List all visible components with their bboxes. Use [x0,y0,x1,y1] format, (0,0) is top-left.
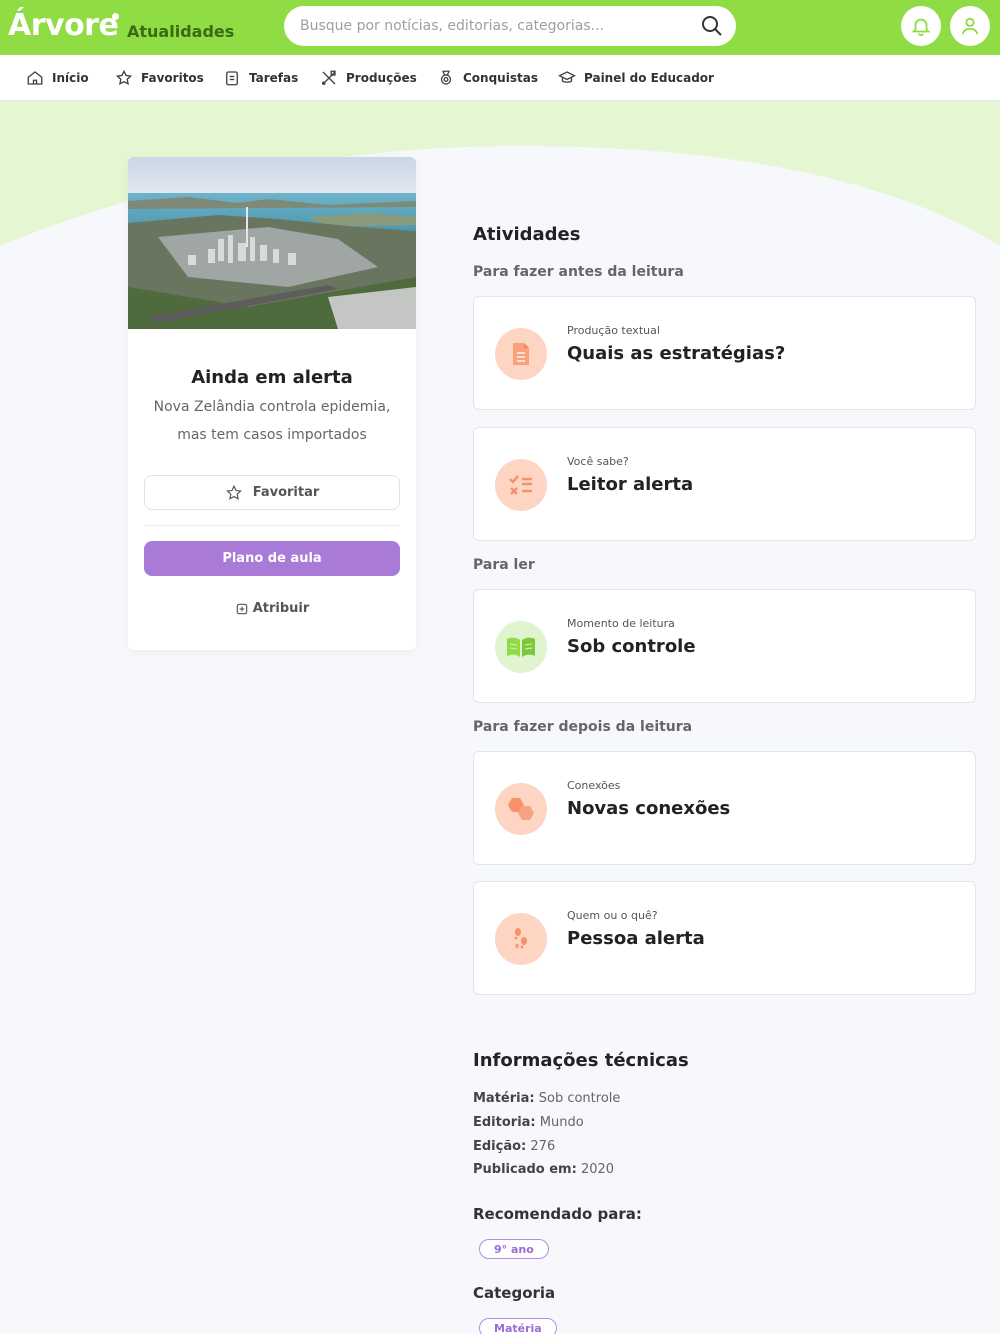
section-name: Atualidades [127,22,235,41]
card-divider [144,525,400,526]
activity-kind: Momento de leitura [567,617,675,630]
activity-card[interactable]: Você sabe? Leitor alerta [473,427,976,541]
activity-icon-badge [495,621,547,673]
info-edicao: Edição: 276 [473,1139,556,1154]
activity-icon-badge [495,913,547,965]
article-photo[interactable] [128,157,416,329]
activity-kind: Quem ou o quê? [567,909,658,922]
nav-item-tarefas[interactable]: Tarefas [223,55,298,101]
article-subtitle: Nova Zelândia controla epidemia, mas tem… [153,399,391,443]
logo-dot [112,13,119,20]
tech-info-title: Informações técnicas [473,1050,689,1071]
activity-card[interactable]: Conexões Novas conexões [473,751,976,865]
search-icon[interactable] [700,14,724,38]
activity-title: Sob controle [567,636,696,657]
article-card: Ainda em alerta Nova Zelândia controla e… [128,157,416,650]
nav-item-inicio[interactable]: Início [26,55,89,101]
activity-card[interactable]: Produção textual Quais as estratégias? [473,296,976,410]
user-icon [961,17,979,35]
medal-icon [440,70,452,85]
recommended-label: Recomendado para: [473,1205,642,1223]
article-title: Ainda em alerta [191,367,353,388]
nav-item-label: Favoritos [141,71,204,85]
app-logo[interactable]: Árvore [8,8,119,43]
grade-tag[interactable]: 9° ano [479,1239,549,1259]
star-icon [225,484,242,500]
activity-icon-badge [495,459,547,511]
category-tag[interactable]: Matéria [479,1318,557,1334]
star-icon [115,69,133,86]
nav-item-conquistas[interactable]: Conquistas [437,55,538,101]
nav-item-label: Início [52,71,89,85]
nav-item-painel-educador[interactable]: Painel do Educador [558,55,714,101]
notifications-button[interactable] [901,6,941,46]
activities-title: Atividades [473,224,581,245]
activity-card[interactable]: Momento de leitura Sob controle [473,589,976,703]
favorite-button[interactable]: Favoritar [144,475,400,510]
clipboard-icon [226,71,238,86]
assign-label: Atribuir [252,601,310,616]
info-materia: Matéria: Sob controle [473,1091,621,1106]
info-publicado: Publicado em: 2020 [473,1162,615,1177]
nav-item-label: Conquistas [463,71,538,85]
book-icon [507,637,535,657]
add-square-icon [236,603,247,614]
hexagons-icon [508,798,534,820]
info-editoria: Editoria: Mundo [473,1115,584,1130]
nav-item-favoritos[interactable]: Favoritos [115,55,204,101]
nav-item-label: Tarefas [249,71,299,85]
group-label-before: Para fazer antes da leitura [473,264,684,280]
assign-button[interactable]: Atribuir [128,601,416,616]
activity-kind: Produção textual [567,324,660,337]
activity-title: Leitor alerta [567,474,694,495]
activity-kind: Conexões [567,779,621,792]
favorite-label: Favoritar [252,485,320,500]
tools-icon [321,70,336,86]
activity-kind: Você sabe? [567,455,629,468]
lesson-plan-button[interactable]: Plano de aula [144,541,400,576]
search-bar [284,6,736,46]
home-icon [27,71,43,85]
activity-title: Quais as estratégias? [567,343,786,364]
nav-item-label: Painel do Educador [584,71,714,85]
main-nav: Início Favoritos Tarefas Produções Conqu… [0,55,1000,101]
nav-item-label: Produções [346,71,417,85]
graduation-cap-icon [558,71,576,83]
profile-button[interactable] [950,6,990,46]
checklist-icon [509,475,532,495]
activity-icon-badge [495,328,547,380]
footprints-icon [514,928,527,949]
search-input[interactable] [300,6,690,46]
group-label-read: Para ler [473,557,535,573]
group-label-after: Para fazer depois da leitura [473,719,693,735]
activity-title: Novas conexões [567,798,731,819]
document-icon [513,343,529,365]
activity-icon-badge [495,783,547,835]
bell-icon [911,18,931,37]
activity-title: Pessoa alerta [567,928,705,949]
nav-item-producoes[interactable]: Produções [320,55,417,101]
category-label: Categoria [473,1284,556,1302]
top-bar: Árvore Atualidades [0,0,1000,55]
activity-card[interactable]: Quem ou o quê? Pessoa alerta [473,881,976,995]
